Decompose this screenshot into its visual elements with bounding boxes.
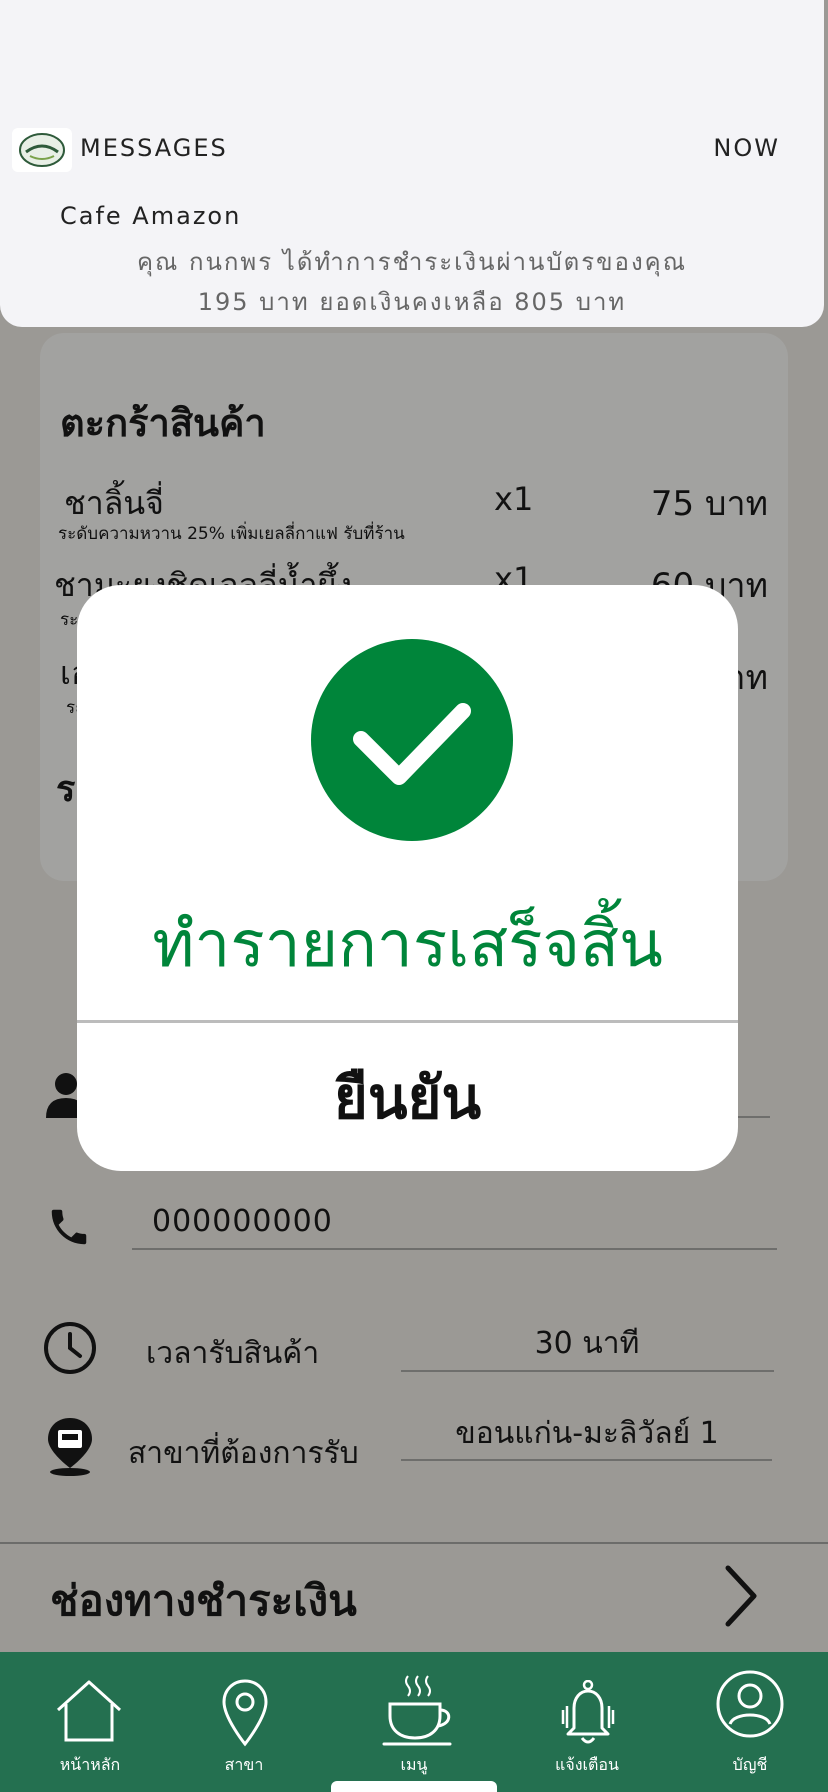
account-icon (716, 1670, 784, 1738)
tab-menu-label: เมนู (400, 1755, 428, 1774)
pickup-time-select[interactable]: 30 นาที (401, 1320, 773, 1367)
home-icon (56, 1680, 122, 1742)
tab-notifications-label: แจ้งเตือน (555, 1755, 619, 1774)
tab-notifications[interactable]: แจ้งเตือน (517, 1652, 657, 1792)
store-location-icon (44, 1416, 96, 1476)
cart-item-note: ระ (60, 610, 79, 630)
bottom-tab-bar: หน้าหลัก สาขา เมนู แจ้งเตือน บัญชี (0, 1652, 828, 1792)
branch-underline (401, 1459, 772, 1461)
tab-branch[interactable]: สาขา (174, 1652, 314, 1792)
cart-title: ตะกร้าสินค้า (60, 401, 266, 445)
pickup-time-underline (401, 1370, 774, 1372)
location-pin-icon (222, 1679, 268, 1747)
phone-field-underline (132, 1248, 777, 1250)
notification-time: NOW (713, 134, 780, 162)
tab-account-label: บัญชี (732, 1755, 768, 1774)
chevron-right-icon[interactable] (720, 1564, 760, 1628)
tab-menu[interactable]: เมนู (344, 1652, 484, 1792)
notification-title: Cafe Amazon (60, 202, 242, 230)
bell-icon (561, 1680, 615, 1744)
branch-label: สาขาที่ต้องการรับ (128, 1436, 359, 1471)
notification-body-line-1: คุณ กนกพร ได้ทำการชำระเงินผ่านบัตรของคุณ (137, 248, 687, 276)
tab-home[interactable]: หน้าหลัก (20, 1652, 160, 1792)
pickup-time-label: เวลารับสินค้า (146, 1336, 320, 1371)
success-check-icon (311, 639, 513, 841)
tab-home-label: หน้าหลัก (59, 1755, 121, 1774)
cart-item-qty: x1 (494, 480, 534, 518)
tab-account[interactable]: บัญชี (680, 1652, 820, 1792)
notification-body-line-2: 195 บาท ยอดเงินคงเหลือ 805 บาท (197, 288, 627, 316)
phone-icon (46, 1204, 92, 1250)
coffee-cup-icon (382, 1675, 452, 1746)
payment-method-label: ช่องทางชำระเงิน (50, 1576, 357, 1625)
clock-icon (42, 1320, 98, 1376)
cart-item-note: ระดับความหวาน 25% เพิ่มเยลลี่กาแฟ รับที่… (58, 524, 405, 544)
home-indicator (331, 1781, 497, 1792)
phone-input[interactable]: 000000000 (152, 1204, 333, 1239)
tab-branch-label: สาขา (224, 1755, 264, 1774)
confirm-button[interactable]: ยืนยัน (77, 1023, 738, 1171)
cart-item-price: 75 บาท (650, 484, 768, 524)
cafe-amazon-logo-icon (12, 128, 72, 172)
success-modal: ทำรายการเสร็จสิ้น ยืนยัน (77, 585, 738, 1171)
branch-select[interactable]: ขอนแก่น-มะลิวัลย์ 1 (401, 1410, 773, 1457)
notification-app-name: MESSAGES (80, 134, 228, 162)
cart-summary-label: ร (56, 769, 76, 810)
modal-title: ทำรายการเสร็จสิ้น (152, 908, 663, 982)
notification-banner[interactable]: MESSAGES NOW Cafe Amazon คุณ กนกพร ได้ทำ… (0, 0, 824, 327)
